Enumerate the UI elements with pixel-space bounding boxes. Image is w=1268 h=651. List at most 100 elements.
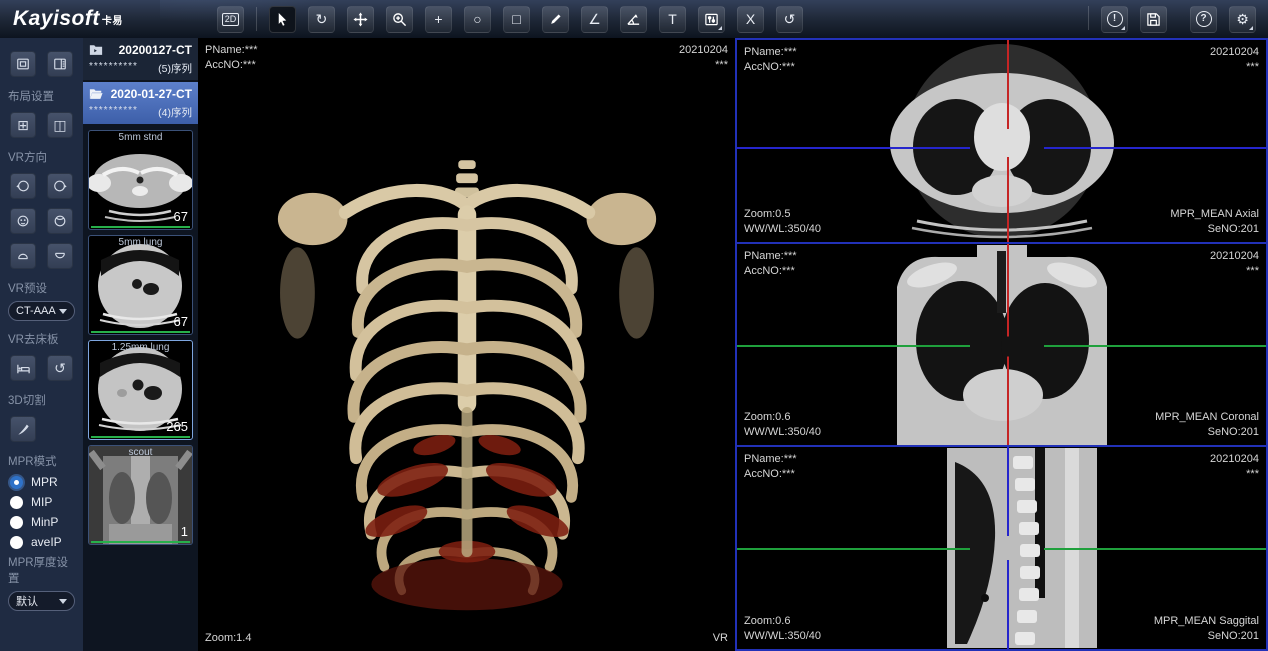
mpr-mode-option-minp[interactable]: MinP	[0, 512, 83, 532]
reset-tool-button[interactable]: ↺	[776, 6, 803, 33]
mpr-mode-option-mip[interactable]: MIP	[0, 492, 83, 512]
settings-button[interactable]: ⚙	[1229, 6, 1256, 33]
mpr-wwwl: WW/WL:350/40	[744, 222, 821, 237]
remove-bed-button[interactable]	[10, 355, 36, 381]
grid-quad-button[interactable]: ⊞	[10, 112, 36, 138]
layout-2d-button[interactable]: 2D	[217, 6, 244, 33]
mpr-stars: ***	[1210, 60, 1259, 75]
mpr-mode: MPR_MEAN Coronal	[1155, 410, 1259, 425]
help-button[interactable]: ?	[1190, 6, 1217, 33]
vr-head-top-button[interactable]	[10, 243, 36, 269]
top-toolbar: Kayisoft卡易 2D ↻ + ○ □ ∠ T X ↺ !	[0, 0, 1268, 38]
radio-icon	[10, 476, 23, 489]
mpr-seno: SeNO:201	[1170, 222, 1259, 237]
rectangle-icon: □	[512, 12, 520, 26]
angle-tool-button[interactable]: ∠	[581, 6, 608, 33]
vr-pname: PName:***	[205, 43, 258, 58]
series-panel: 20200127-CT ********** (5)序列 2020-01-27-…	[83, 38, 198, 651]
thumbnail-5mm-lung[interactable]: 5mm lung 67	[88, 235, 193, 335]
thumbnail-5mm-stnd[interactable]: 5mm stnd 67	[88, 130, 193, 230]
mpr-mode-option-aveip[interactable]: aveIP	[0, 532, 83, 552]
ellipse-tool-button[interactable]: ○	[464, 6, 491, 33]
window-level-tool-button[interactable]	[698, 6, 725, 33]
mpr-zoom-info: Zoom:0.5 WW/WL:350/40	[744, 207, 821, 237]
crosshair-horizontal-green[interactable]	[737, 548, 1266, 550]
vr-face-back-button[interactable]	[47, 208, 73, 234]
chevron-down-icon	[59, 599, 67, 604]
layout-list-button[interactable]	[47, 51, 73, 77]
vr-preset-label: VR预设	[0, 278, 83, 299]
cursor-tool-button[interactable]	[269, 6, 296, 33]
delete-tool-button[interactable]: X	[737, 6, 764, 33]
report-button[interactable]: !	[1101, 6, 1128, 33]
mpr-accno: AccNO:***	[744, 60, 797, 75]
vr-viewport[interactable]: PName:*** AccNO:*** 20210204 *** Zoom:1.…	[198, 38, 735, 651]
thumbnail-label: 1.25mm lung	[89, 342, 192, 353]
rotate-3d-tool-button[interactable]: ↻	[308, 6, 335, 33]
mpr-axial-image	[857, 41, 1147, 241]
vr-face-back-icon	[53, 214, 67, 228]
mpr-accno: AccNO:***	[744, 467, 797, 482]
thumbnail-progress-bar	[91, 226, 190, 228]
study-series-count: (5)序列	[158, 61, 192, 76]
mpr-sagittal-viewport[interactable]: PName:*** AccNO:*** 20210204 *** Zoom:0.…	[735, 445, 1268, 651]
study-item-1[interactable]: 20200127-CT ********** (5)序列	[83, 38, 198, 80]
help-icon: ?	[1196, 11, 1212, 27]
vr-head-right-button[interactable]	[47, 173, 73, 199]
mpr-zoom: Zoom:0.6	[744, 410, 821, 425]
thumbnail-list: 5mm stnd 67 5mm lung	[83, 126, 198, 651]
text-icon: T	[668, 12, 677, 26]
bed-icon	[16, 361, 31, 376]
vr-accno: AccNO:***	[205, 58, 258, 73]
mpr-axial-viewport[interactable]: PName:*** AccNO:*** 20210204 *** Zoom:0.…	[735, 38, 1268, 244]
mpr-wwwl: WW/WL:350/40	[744, 629, 821, 644]
left-sidebar: 布局设置 ⊞ ◫ VR方向	[0, 38, 83, 651]
cobb-angle-tool-button[interactable]	[620, 6, 647, 33]
pencil-tool-button[interactable]	[542, 6, 569, 33]
rectangle-tool-button[interactable]: □	[503, 6, 530, 33]
vr-bed-label: VR去床板	[0, 329, 83, 350]
save-button[interactable]	[1140, 6, 1167, 33]
grid-split-icon: ◫	[53, 117, 66, 134]
mpr-date: 20210204	[1210, 249, 1259, 264]
grid-split-button[interactable]: ◫	[47, 112, 73, 138]
crosshair-horizontal-blue[interactable]	[737, 147, 1266, 149]
thumbnail-125mm-lung[interactable]: 1.25mm lung 265	[88, 340, 193, 440]
rotate-3d-icon: ↻	[316, 12, 328, 26]
mpr-study-info: 20210204 ***	[1210, 452, 1259, 482]
thumbnail-scout[interactable]: scout 1	[88, 445, 193, 545]
layout-list-icon	[53, 57, 67, 71]
crosshair-vertical-red[interactable]	[1007, 40, 1009, 242]
bed-reset-button[interactable]: ↺	[47, 355, 73, 381]
mpr-mode-option-mpr[interactable]: MPR	[0, 472, 83, 492]
text-tool-button[interactable]: T	[659, 6, 686, 33]
mpr-mode-option-label: MIP	[31, 495, 52, 509]
scalpel-icon	[16, 422, 31, 437]
vr-preset-select[interactable]: CT-AAA	[8, 301, 75, 321]
vr-head-bottom-icon	[53, 249, 67, 263]
crosshair-horizontal-green[interactable]	[737, 345, 1266, 347]
layout-panel-icon	[16, 57, 30, 71]
zoom-tool-button[interactable]	[386, 6, 413, 33]
vr-preset-value: CT-AAA	[16, 305, 56, 317]
thumbnail-progress-bar	[91, 436, 190, 438]
vr-face-front-button[interactable]	[10, 208, 36, 234]
mpr-study-info: 20210204 ***	[1210, 45, 1259, 75]
mpr-coronal-viewport[interactable]: PName:*** AccNO:*** 20210204 *** Zoom:0.…	[735, 242, 1268, 448]
vr-head-bottom-button[interactable]	[47, 243, 73, 269]
mpr-thickness-select[interactable]: 默认	[8, 591, 75, 611]
crosshair-tool-button[interactable]: +	[425, 6, 452, 33]
study-series-count: (4)序列	[158, 105, 192, 120]
thumbnail-image-count: 265	[166, 419, 188, 434]
layout-panel-button[interactable]	[10, 51, 36, 77]
vr-head-left-button[interactable]	[10, 173, 36, 199]
vr-mode-label: VR	[713, 631, 728, 646]
toolbar-divider	[1088, 6, 1089, 30]
layout-section-label: 布局设置	[0, 86, 83, 107]
mpr-mode: MPR_MEAN Saggital	[1154, 614, 1259, 629]
mpr-study-info: 20210204 ***	[1210, 249, 1259, 279]
pan-tool-button[interactable]	[347, 6, 374, 33]
angle-icon: ∠	[588, 12, 601, 26]
scalpel-button[interactable]	[10, 416, 36, 442]
study-item-2[interactable]: 2020-01-27-CT ********** (4)序列	[83, 82, 198, 124]
